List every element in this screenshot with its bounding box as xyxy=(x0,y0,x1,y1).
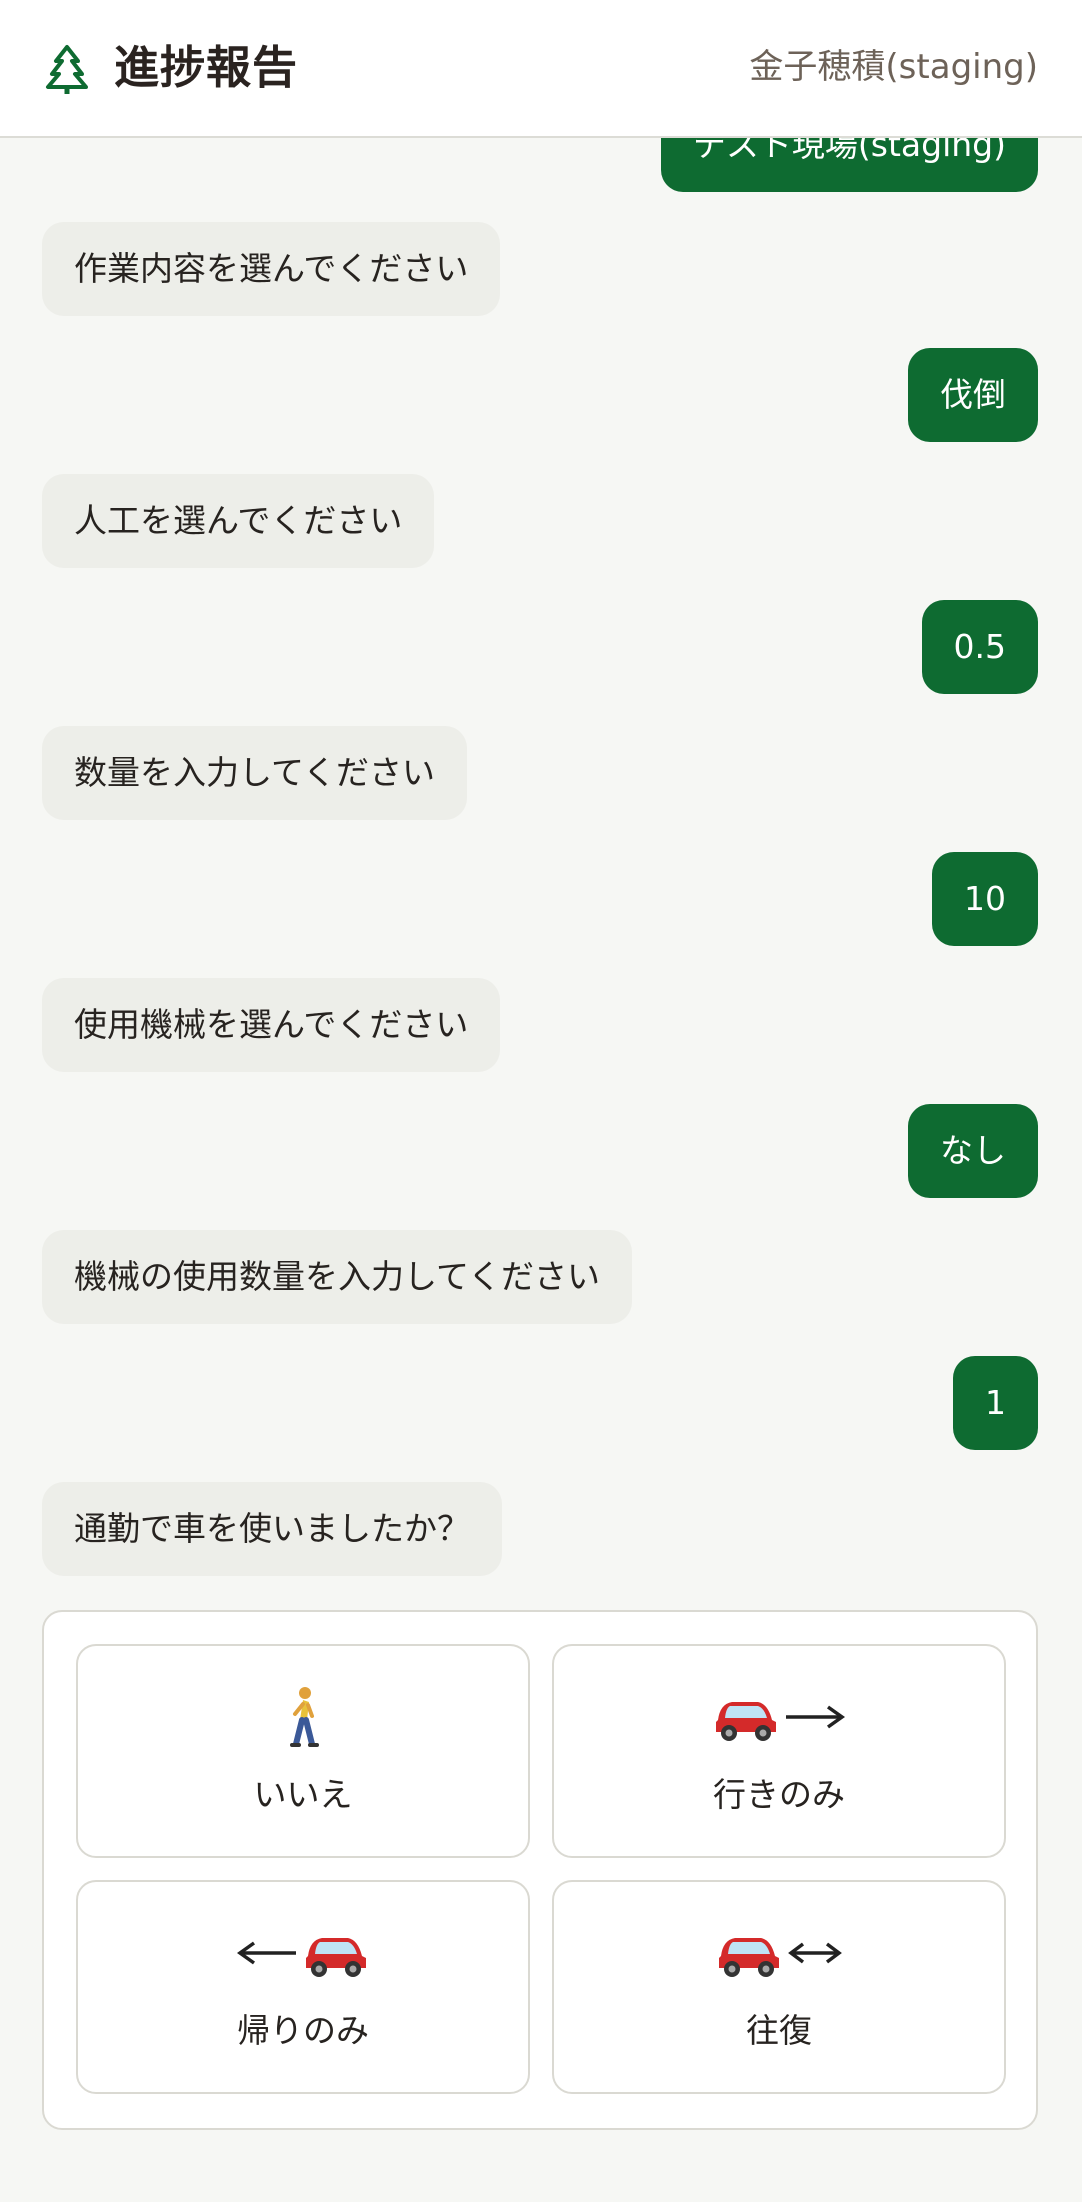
tree-icon xyxy=(46,45,88,94)
bot-message: 使用機械を選んでください xyxy=(42,978,501,1072)
choice-round-trip-button[interactable]: 往復 xyxy=(552,1880,1006,2094)
commute-choice-panel: いいえ 行きのみ 帰りのみ 往復 xyxy=(42,1610,1038,2130)
page-title: 進捗報告 xyxy=(114,41,299,94)
bot-message: 作業内容を選んでください xyxy=(42,222,501,316)
choice-label: 行きのみ xyxy=(713,1775,845,1814)
bot-message: 機械の使用数量を入力してください xyxy=(42,1230,633,1324)
app-header: 進捗報告 金子穂積(staging) xyxy=(0,0,1082,138)
bot-message: 人工を選んでください xyxy=(42,474,435,568)
choice-label: いいえ xyxy=(253,1775,353,1814)
car-right-arrow-icon xyxy=(554,1684,1004,1750)
left-arrow-car-icon xyxy=(78,1920,528,1986)
user-message: 10 xyxy=(932,852,1038,946)
bot-message: 数量を入力してください xyxy=(42,726,468,820)
choice-label: 帰りのみ xyxy=(237,2011,369,2050)
car-both-arrows-icon xyxy=(554,1920,1004,1986)
user-message: なし xyxy=(908,1104,1038,1198)
choice-return-only-button[interactable]: 帰りのみ xyxy=(76,1880,530,2094)
choice-label: 往復 xyxy=(746,2011,812,2050)
choice-no-button[interactable]: いいえ xyxy=(76,1644,530,1858)
user-message: 0.5 xyxy=(921,600,1038,694)
user-name: 金子穂積(staging) xyxy=(749,47,1038,87)
choice-go-only-button[interactable]: 行きのみ xyxy=(552,1644,1006,1858)
user-message: 伐倒 xyxy=(908,348,1038,442)
user-message: 1 xyxy=(953,1356,1038,1450)
walking-person-icon xyxy=(78,1684,528,1750)
bot-message: 通勤で車を使いましたか？ xyxy=(42,1482,502,1576)
